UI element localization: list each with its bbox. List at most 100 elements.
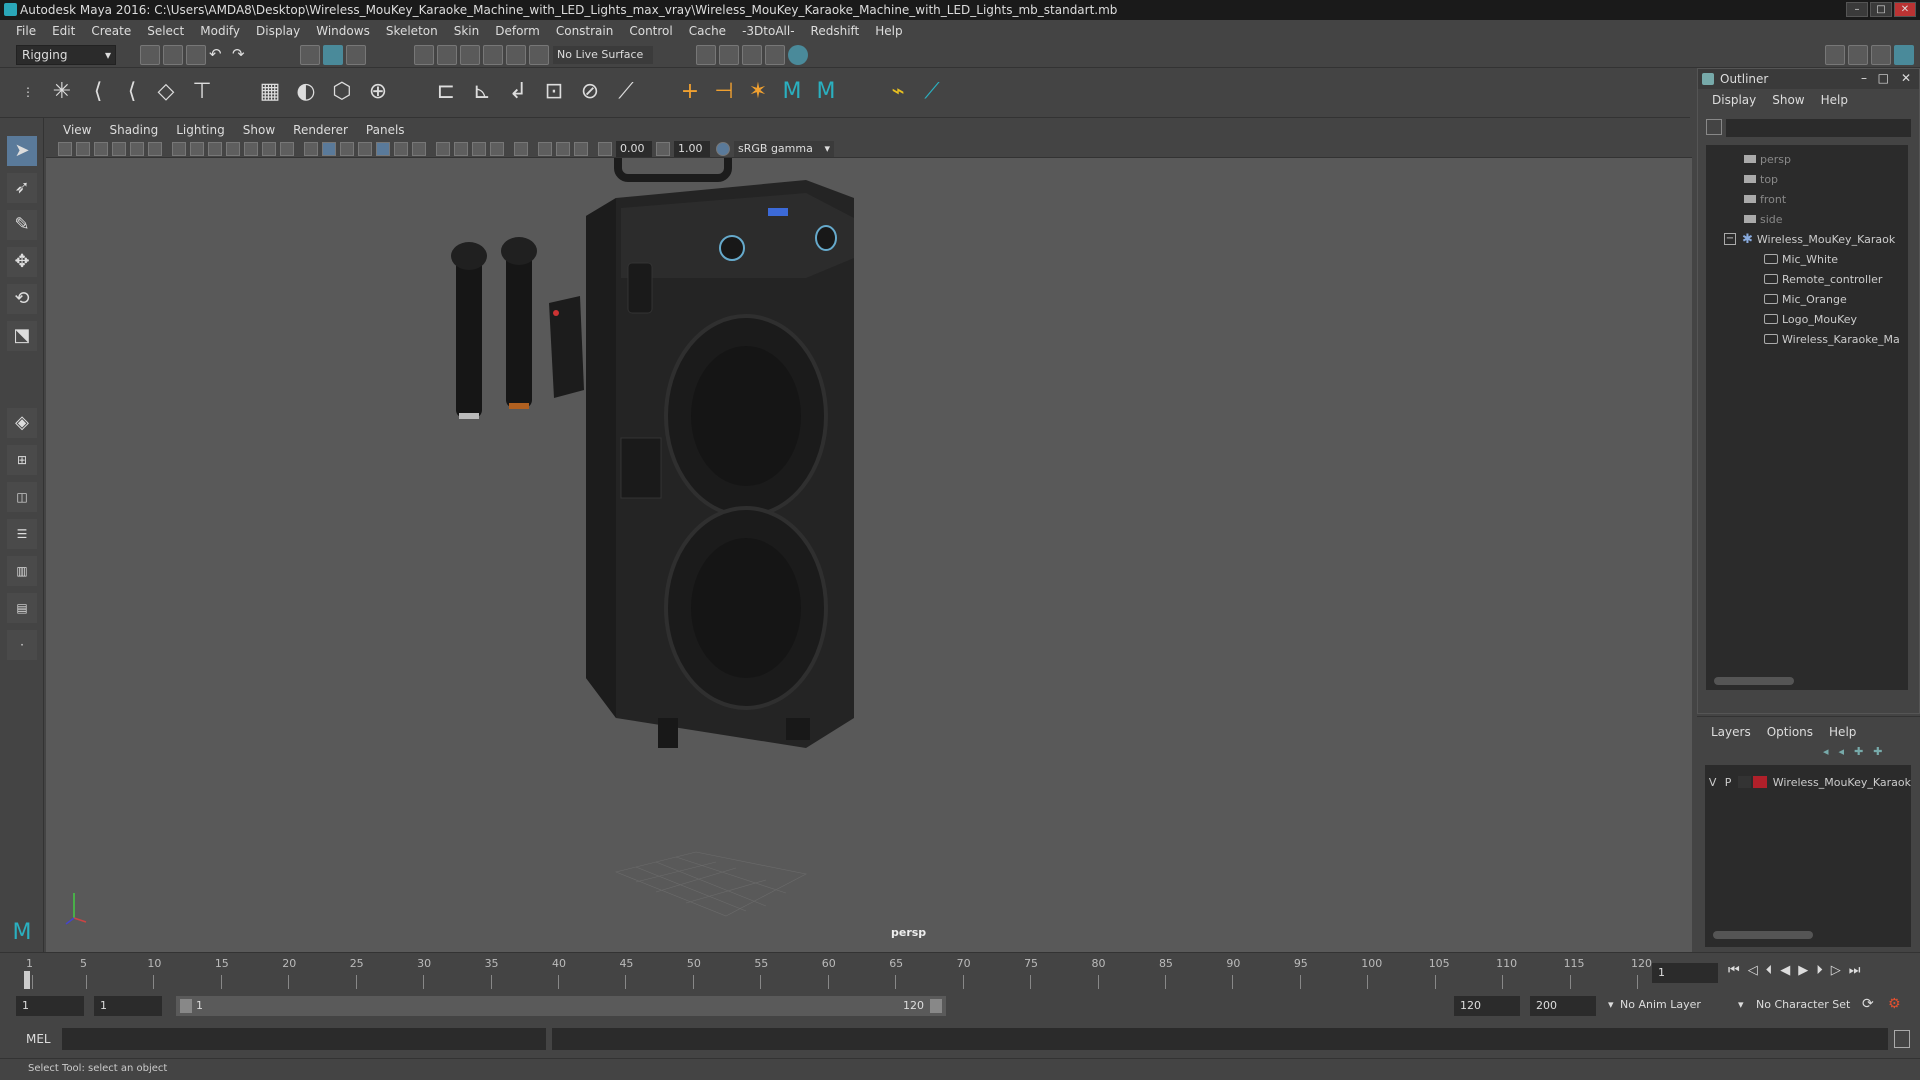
auto-key-icon[interactable]: ⟳ bbox=[1862, 996, 1874, 1012]
parent-constraint-icon[interactable]: ⊏ bbox=[432, 78, 460, 106]
layer-menu-options[interactable]: Options bbox=[1761, 725, 1819, 739]
menu-file[interactable]: File bbox=[8, 24, 44, 38]
perspective-viewport[interactable]: persp bbox=[46, 158, 1692, 952]
range-start-handle[interactable] bbox=[180, 999, 192, 1013]
layer-color-swatch[interactable] bbox=[1753, 776, 1767, 788]
collapse-icon[interactable]: − bbox=[1724, 233, 1736, 245]
insert-joint-icon[interactable]: ◇ bbox=[152, 78, 180, 106]
play-forward-icon[interactable]: ▶ bbox=[1798, 963, 1808, 978]
animation-preferences-icon[interactable]: ⚙ bbox=[1888, 996, 1901, 1012]
viewport-menu-renderer[interactable]: Renderer bbox=[284, 123, 357, 137]
ipr-render-icon[interactable] bbox=[742, 45, 762, 65]
hypershade-layout-icon[interactable]: ▤ bbox=[7, 593, 37, 623]
modeling-toolkit-icon[interactable] bbox=[1825, 45, 1845, 65]
menu-windows[interactable]: Windows bbox=[308, 24, 378, 38]
animation-end-field[interactable]: 200 bbox=[1530, 996, 1596, 1016]
list-item[interactable]: front bbox=[1744, 189, 1786, 209]
layout-options-icon[interactable]: · bbox=[7, 630, 37, 660]
set-key-icon[interactable]: ⊣ bbox=[710, 78, 738, 106]
step-forward-icon[interactable]: ▷ bbox=[1831, 963, 1841, 978]
viewport-menu-show[interactable]: Show bbox=[234, 123, 284, 137]
minimize-button[interactable]: – bbox=[1846, 2, 1868, 17]
graph-editor-icon[interactable]: ⌁ bbox=[884, 78, 912, 106]
shelf-options-icon[interactable]: ⋮ bbox=[14, 78, 42, 106]
outliner-close-button[interactable]: ✕ bbox=[1901, 71, 1911, 85]
move-layer-up-icon[interactable]: ◂ bbox=[1823, 745, 1829, 758]
color-space-dropdown[interactable]: sRGB gamma ▾ bbox=[734, 141, 834, 157]
snap-curve-icon[interactable] bbox=[437, 45, 457, 65]
lattice-icon[interactable]: ⬡ bbox=[328, 78, 356, 106]
exposure-icon[interactable] bbox=[598, 142, 612, 156]
orient-constraint-icon[interactable]: ↲ bbox=[504, 78, 532, 106]
key-tangent-icon[interactable]: ✶ bbox=[744, 78, 772, 106]
outliner-menu-show[interactable]: Show bbox=[1766, 93, 1810, 107]
live-surface-field[interactable]: No Live Surface bbox=[553, 46, 653, 64]
exposure-field[interactable]: 0.00 bbox=[616, 141, 652, 157]
xray-icon[interactable] bbox=[538, 142, 552, 156]
grid-icon[interactable] bbox=[172, 142, 186, 156]
list-item[interactable]: side bbox=[1744, 209, 1783, 229]
menu-deform[interactable]: Deform bbox=[487, 24, 548, 38]
current-frame-field[interactable]: 1 bbox=[1652, 963, 1718, 983]
snap-point-icon[interactable] bbox=[460, 45, 480, 65]
single-perspective-layout-icon[interactable]: ◈ bbox=[7, 408, 37, 438]
range-bar[interactable]: 1 120 bbox=[176, 996, 946, 1016]
list-item[interactable]: Remote_controller bbox=[1764, 269, 1882, 289]
color-management-icon[interactable] bbox=[716, 142, 730, 156]
gamma-icon[interactable] bbox=[656, 142, 670, 156]
list-item[interactable]: Wireless_Karaoke_Ma bbox=[1764, 329, 1900, 349]
new-layer-selected-icon[interactable]: ✚ bbox=[1873, 745, 1882, 758]
select-component-icon[interactable] bbox=[346, 45, 366, 65]
paint-select-tool-icon[interactable]: ✎ bbox=[7, 210, 37, 240]
snap-surface-icon[interactable] bbox=[506, 45, 526, 65]
list-item[interactable]: Mic_White bbox=[1764, 249, 1838, 269]
view-2d-pan-icon[interactable] bbox=[130, 142, 144, 156]
horizontal-scrollbar[interactable] bbox=[1713, 931, 1813, 939]
dope-sheet-icon[interactable]: ⟋ bbox=[918, 78, 946, 106]
two-pane-layout-icon[interactable]: ◫ bbox=[7, 482, 37, 512]
menu-control[interactable]: Control bbox=[621, 24, 680, 38]
four-view-layout-icon[interactable]: ⊞ bbox=[7, 445, 37, 475]
scale-constraint-icon[interactable]: ⊡ bbox=[540, 78, 568, 106]
channel-box-icon[interactable] bbox=[1894, 45, 1914, 65]
hypershade-icon[interactable] bbox=[788, 45, 808, 65]
safe-title-icon[interactable] bbox=[280, 142, 294, 156]
rotate-tool-icon[interactable]: ⟲ bbox=[7, 284, 37, 314]
depth-of-field-icon[interactable] bbox=[490, 142, 504, 156]
layer-menu-layers[interactable]: Layers bbox=[1705, 725, 1757, 739]
film-gate-icon[interactable] bbox=[190, 142, 204, 156]
step-back-icon[interactable]: ◁ bbox=[1748, 963, 1758, 978]
bookmark-icon[interactable] bbox=[94, 142, 108, 156]
horizontal-scrollbar[interactable] bbox=[1714, 677, 1794, 685]
new-scene-icon[interactable] bbox=[140, 45, 160, 65]
graph-layout-icon[interactable]: ▥ bbox=[7, 556, 37, 586]
time-slider[interactable]: 1 5 10 15 20 25 30 35 40 45 50 55 60 65 70 75 80 85 90 95 10… bbox=[0, 952, 1920, 990]
paint-weights-icon[interactable]: ◐ bbox=[292, 78, 320, 106]
snap-grid-icon[interactable] bbox=[414, 45, 434, 65]
scale-tool-icon[interactable]: ⬔ bbox=[7, 321, 37, 351]
viewport-menu-panels[interactable]: Panels bbox=[357, 123, 414, 137]
viewport-menu-view[interactable]: View bbox=[54, 123, 100, 137]
isolate-select-icon[interactable] bbox=[514, 142, 528, 156]
outliner-search-input[interactable] bbox=[1726, 119, 1911, 137]
ik-spline-icon[interactable]: ⟨ bbox=[118, 78, 146, 106]
shadows-icon[interactable] bbox=[412, 142, 426, 156]
aim-constraint-icon[interactable]: ⊘ bbox=[576, 78, 604, 106]
viewport-menu-shading[interactable]: Shading bbox=[100, 123, 167, 137]
layer-visibility-toggle[interactable]: V bbox=[1705, 776, 1720, 789]
list-item[interactable]: Logo_MouKey bbox=[1764, 309, 1857, 329]
gamma-field[interactable]: 1.00 bbox=[674, 141, 710, 157]
joint-tool-icon[interactable]: ✳ bbox=[48, 78, 76, 106]
render-view-icon[interactable] bbox=[765, 45, 785, 65]
mirror-joint-icon[interactable]: ⊤ bbox=[188, 78, 216, 106]
ik-handle-icon[interactable]: ⟨ bbox=[84, 78, 112, 106]
textured-icon[interactable] bbox=[376, 142, 390, 156]
viewport-menu-lighting[interactable]: Lighting bbox=[167, 123, 234, 137]
redo-icon[interactable]: ↷ bbox=[232, 45, 252, 65]
command-input[interactable] bbox=[62, 1028, 546, 1050]
playback-end-field[interactable]: 120 bbox=[1454, 996, 1520, 1016]
snap-view-icon[interactable] bbox=[483, 45, 503, 65]
current-time-indicator[interactable] bbox=[24, 971, 30, 989]
render-settings-icon[interactable] bbox=[696, 45, 716, 65]
safe-action-icon[interactable] bbox=[262, 142, 276, 156]
